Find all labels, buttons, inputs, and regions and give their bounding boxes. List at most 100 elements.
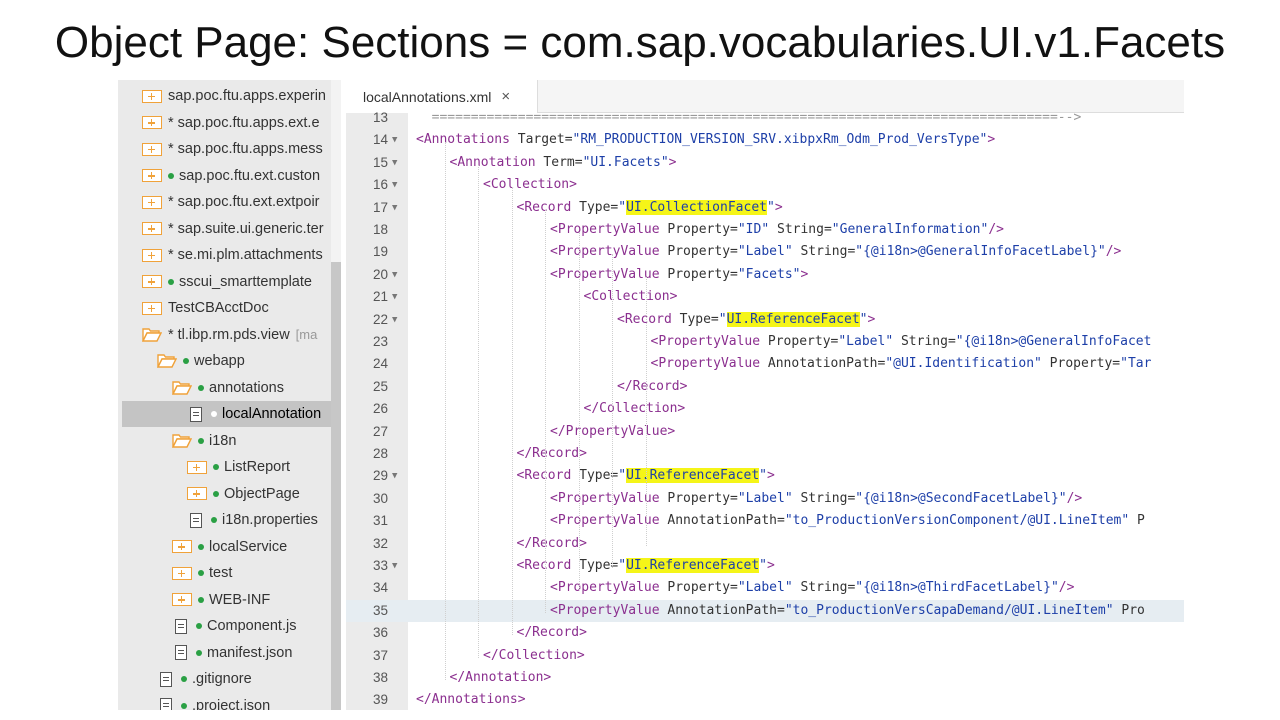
code-text: </Record>	[517, 533, 587, 555]
code-token: />	[1105, 244, 1122, 260]
code-line[interactable]: 31 <PropertyValue AnnotationPath="to_Prod…	[346, 510, 1184, 532]
code-text: <Collection>	[483, 174, 577, 196]
code-token: </Collection>	[583, 401, 686, 417]
tree-item[interactable]: test	[118, 560, 331, 586]
tree-item[interactable]: i18n.properties	[118, 507, 331, 533]
code-token: <Annotations	[416, 132, 518, 148]
code-line[interactable]: 28 </Record>	[346, 443, 1184, 465]
tree-item[interactable]: ListReport	[118, 454, 331, 480]
tree-item-label: test	[209, 565, 233, 581]
code-line[interactable]: 34 <PropertyValue Property="Label" String…	[346, 577, 1184, 599]
code-token: Target=	[517, 132, 573, 148]
code-token: Type=	[679, 311, 719, 327]
tree-item[interactable]: WEB-INF	[118, 587, 331, 613]
fold-arrow-icon[interactable]: ▼	[392, 129, 397, 151]
fold-arrow-icon[interactable]: ▼	[392, 197, 397, 219]
fold-arrow-icon[interactable]: ▼	[392, 555, 397, 577]
code-text: <PropertyValue Property="Label" String="…	[651, 331, 1152, 353]
tree-item[interactable]: * se.mi.plm.attachments	[118, 242, 331, 268]
code-line[interactable]: 17 ▼ <Record Type="UI.CollectionFacet">	[346, 197, 1184, 219]
code-token: />	[988, 222, 1004, 237]
tree-item-label: sap.suite.ui.generic.ter	[177, 220, 324, 237]
tree-item[interactable]: localAnnotation	[122, 401, 331, 427]
code-line[interactable]: 38 </Annotation>	[346, 667, 1184, 689]
code-line[interactable]: 32 </Record>	[346, 533, 1184, 555]
code-token: "	[759, 558, 767, 573]
code-text: <Collection>	[584, 286, 678, 308]
tree-item[interactable]: sscui_smarttemplate	[118, 269, 331, 295]
tree-item[interactable]: Component.js	[118, 613, 331, 639]
code-line[interactable]: 36 </Record>	[346, 622, 1184, 644]
tree-item[interactable]: * sap.poc.ftu.apps.ext.e	[118, 110, 331, 136]
tree-item[interactable]: localService	[118, 534, 331, 560]
fold-arrow-icon[interactable]: ▼	[392, 174, 397, 196]
code-token: AnnotationPath=	[667, 602, 785, 618]
code-line[interactable]: 30 <PropertyValue Property="Label" String…	[346, 488, 1184, 510]
fold-arrow-icon[interactable]: ▼	[392, 465, 397, 487]
code-area[interactable]: 13 =====================================…	[346, 110, 1184, 710]
fold-arrow-icon[interactable]: ▼	[392, 152, 397, 174]
code-line[interactable]: 23 <PropertyValue Property="Label" String…	[346, 331, 1184, 353]
tree-item[interactable]: sap.poc.ftu.ext.custon	[118, 163, 331, 189]
folder-icon	[142, 169, 162, 182]
code-line[interactable]: 39 </Annotations>	[346, 689, 1184, 710]
tree-item[interactable]: manifest.json	[118, 640, 331, 666]
code-line[interactable]: 35 <PropertyValue AnnotationPath="to_Prod…	[346, 599, 1184, 623]
code-line[interactable]: 26 </Collection>	[346, 398, 1184, 420]
tree-scrollbar-thumb[interactable]	[331, 262, 341, 710]
tree-item[interactable]: i18n	[118, 428, 331, 454]
code-line[interactable]: 20 ▼ <PropertyValue Property="Facets">	[346, 264, 1184, 286]
code-token: "	[618, 199, 627, 215]
code-token: <PropertyValue	[550, 244, 668, 260]
code-token: </Record>	[516, 625, 587, 641]
code-line[interactable]: 22 ▼ <Record Type="UI.ReferenceFacet">	[346, 309, 1184, 331]
tree-item[interactable]: .project.json	[118, 693, 331, 711]
fold-arrow-icon[interactable]: ▼	[392, 309, 397, 331]
code-token: <Collection>	[483, 177, 577, 193]
code-line[interactable]: 16 ▼ <Collection>	[346, 174, 1184, 196]
code-token: "Label"	[737, 244, 793, 260]
code-line[interactable]: 18 <PropertyValue Property="ID" String="G…	[346, 219, 1184, 241]
tree-item[interactable]: TestCBAcctDoc	[118, 295, 331, 321]
tree-item[interactable]: ObjectPage	[118, 481, 331, 507]
code-line[interactable]: 33 ▼ <Record Type="UI.ReferenceFacet">	[346, 555, 1184, 577]
folder-icon	[172, 593, 192, 606]
line-number: 29	[372, 468, 388, 484]
tree-item[interactable]: * sap.poc.ftu.apps.mess	[118, 136, 331, 162]
code-line[interactable]: 13 =====================================…	[346, 107, 1184, 129]
code-line[interactable]: 25 </Record>	[346, 376, 1184, 398]
code-token: </Record>	[516, 535, 587, 551]
code-text: </Record>	[617, 376, 687, 398]
code-line[interactable]: 37 </Collection>	[346, 645, 1184, 667]
folder-icon	[142, 89, 162, 103]
fold-arrow-icon[interactable]: ▼	[392, 264, 397, 286]
code-text: </Record>	[517, 622, 587, 644]
tree-item[interactable]: .gitignore	[118, 666, 331, 692]
tree-item[interactable]: annotations	[118, 375, 331, 401]
indent-guide	[612, 254, 614, 568]
code-text: <PropertyValue Property="Label" String="…	[550, 577, 1074, 599]
indent-guide	[478, 164, 480, 658]
code-token: AnnotationPath=	[767, 356, 886, 372]
tree-item[interactable]: sap.poc.ftu.apps.experin	[118, 83, 331, 109]
code-line[interactable]: 21 ▼ <Collection>	[346, 286, 1184, 308]
tree-item[interactable]: * sap.poc.ftu.ext.extpoir	[118, 189, 331, 215]
code-line[interactable]: 14 ▼ <Annotations Target="RM_PRODUCTION_VE…	[346, 129, 1184, 151]
tree-item[interactable]: * tl.ibp.rm.pds.view [ma	[118, 322, 331, 348]
tree-item-label: .project.json	[192, 697, 271, 711]
fold-arrow-icon[interactable]: ▼	[392, 286, 397, 308]
tree-item[interactable]: * sap.suite.ui.generic.ter	[118, 216, 331, 242]
code-token: "	[759, 468, 767, 484]
code-token: "	[718, 311, 727, 327]
code-line[interactable]: 24 <PropertyValue AnnotationPath="@UI.Ide…	[346, 353, 1184, 375]
code-token: </Record>	[617, 378, 688, 394]
code-line[interactable]: 15 ▼ <Annotation Term="UI.Facets">	[346, 152, 1184, 174]
code-line[interactable]: 19 <PropertyValue Property="Label" String…	[346, 241, 1184, 263]
code-token: <PropertyValue	[650, 334, 768, 349]
code-token: P	[1129, 513, 1145, 529]
close-icon[interactable]: ×	[501, 88, 510, 105]
tree-item[interactable]: webapp	[118, 348, 331, 374]
code-token: <PropertyValue	[550, 266, 668, 282]
code-line[interactable]: 29 ▼ <Record Type="UI.ReferenceFacet">	[346, 465, 1184, 487]
code-line[interactable]: 27 </PropertyValue>	[346, 421, 1184, 443]
